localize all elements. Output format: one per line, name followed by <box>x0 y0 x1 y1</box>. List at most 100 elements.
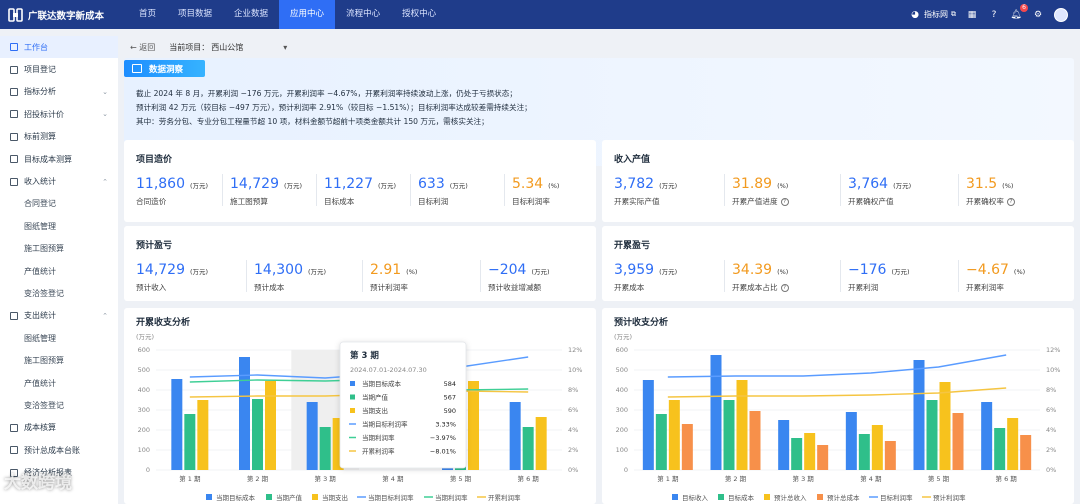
bar[interactable] <box>926 400 938 470</box>
sidebar-item[interactable]: 指标分析 ⌄ <box>0 81 118 103</box>
sidebar-item[interactable]: 合同登记 <box>0 193 118 215</box>
chart-tooltip: 第 3 期 2024.07.01-2024.07.30 当期目标成本 584 当期产值 5… <box>339 341 467 469</box>
legend-item[interactable]: 预计总收入 <box>764 493 807 502</box>
bar[interactable] <box>239 357 250 470</box>
metric-label-row: 开累确权率? <box>966 196 1015 207</box>
metric-label-row: 开累成本 <box>614 282 677 293</box>
sidebar-item[interactable]: 项目登记 <box>0 58 118 80</box>
metric-unit: (%) <box>1013 268 1026 276</box>
legend-swatch <box>266 494 272 500</box>
bar[interactable] <box>522 427 534 470</box>
bar[interactable] <box>939 382 951 470</box>
sidebar-item[interactable]: 图纸管理 <box>0 215 118 237</box>
bar[interactable] <box>981 402 993 470</box>
metric-label: 合同造价 <box>136 197 167 206</box>
sidebar-item[interactable]: 变洽签登记 <box>0 394 118 416</box>
metric-unit: (万元) <box>659 182 678 190</box>
bar[interactable] <box>858 434 870 470</box>
sidebar-item[interactable]: 收入统计 ⌃ <box>0 170 118 192</box>
bar[interactable] <box>845 412 857 470</box>
bar[interactable] <box>871 425 883 470</box>
legend-item[interactable]: 当期目标成本 <box>206 493 256 502</box>
legend-item[interactable]: 预计利润率 <box>922 493 966 502</box>
bar[interactable] <box>778 420 790 470</box>
legend-item[interactable]: 预计总成本 <box>817 493 860 502</box>
bar[interactable] <box>952 413 964 470</box>
sidebar-item[interactable]: 预计总成本台账 <box>0 439 118 461</box>
bar[interactable] <box>710 355 722 470</box>
sidebar-item[interactable]: 图纸管理 <box>0 327 118 349</box>
bar[interactable] <box>668 400 680 470</box>
nav-item-4[interactable]: 流程中心 <box>335 0 391 29</box>
nav-item-1[interactable]: 项目数据 <box>167 0 223 29</box>
metric-value-row: 5.34 (%) <box>512 176 559 192</box>
sidebar-item[interactable]: 支出统计 ⌃ <box>0 305 118 327</box>
sidebar-item[interactable]: 工作台 <box>0 36 118 59</box>
help-icon[interactable]: ? <box>988 9 1000 21</box>
sidebar-item[interactable]: 产值统计 <box>0 260 118 282</box>
legend-item[interactable]: 开累利润率 <box>477 493 521 502</box>
sidebar-item[interactable]: 变洽签登记 <box>0 282 118 304</box>
bar[interactable] <box>749 411 761 470</box>
bar[interactable] <box>913 360 925 470</box>
nav-item-0[interactable]: 首页 <box>128 0 167 29</box>
sidebar-item[interactable]: 施工图预算 <box>0 238 118 260</box>
sidebar-item[interactable]: 招投标计价 ⌄ <box>0 103 118 125</box>
metric-label: 开累确权产值 <box>848 197 894 206</box>
bar[interactable] <box>994 428 1006 470</box>
help-icon[interactable]: ? <box>780 283 789 292</box>
project-select[interactable]: 西山公馆 ▾ <box>211 42 287 53</box>
bar[interactable] <box>723 400 735 470</box>
sidebar-item[interactable]: 产值统计 <box>0 372 118 394</box>
grid-icon[interactable]: ▦ <box>966 9 978 21</box>
bar[interactable] <box>1007 418 1019 470</box>
sidebar-item-label: 预计总成本台账 <box>24 445 80 455</box>
bar[interactable] <box>655 414 667 470</box>
sidebar-item[interactable]: 目标成本测算 <box>0 148 118 170</box>
metric-label: 目标成本 <box>324 197 355 206</box>
bar[interactable] <box>319 427 331 470</box>
legend-item[interactable]: 目标成本 <box>718 493 755 502</box>
bar[interactable] <box>535 417 547 470</box>
legend-item[interactable]: 当期支出 <box>312 493 348 502</box>
bar[interactable] <box>1020 435 1032 470</box>
legend-item[interactable]: 目标利润率 <box>869 493 913 502</box>
nav-item-2[interactable]: 企业数据 <box>223 0 279 29</box>
legend-item[interactable]: 当期目标利润率 <box>357 493 414 502</box>
bar[interactable] <box>736 380 748 470</box>
legend-item[interactable]: 目标收入 <box>672 493 709 502</box>
settings-icon[interactable]: ⚙ <box>1032 9 1044 21</box>
bar[interactable] <box>791 438 803 470</box>
sidebar-item[interactable]: 标前测算 <box>0 126 118 148</box>
bar[interactable] <box>265 381 276 470</box>
bar[interactable] <box>817 445 829 470</box>
bar[interactable] <box>681 424 693 470</box>
nav-item-5[interactable]: 授权中心 <box>391 0 447 29</box>
bar[interactable] <box>197 400 209 470</box>
sidebar-item[interactable]: 施工图预算 <box>0 349 118 371</box>
bar[interactable] <box>509 402 521 470</box>
back-button[interactable]: ← 返回 <box>130 42 155 53</box>
bar[interactable] <box>252 399 263 470</box>
bar[interactable] <box>306 402 318 470</box>
metric-unit: (万元) <box>190 268 209 276</box>
bar[interactable] <box>642 380 654 470</box>
legend-item[interactable]: 当期产值 <box>266 493 303 502</box>
legend-item[interactable]: 当期利润率 <box>424 493 468 502</box>
metric-label: 开累利润率 <box>966 283 1004 292</box>
help-icon[interactable]: ? <box>780 197 789 206</box>
help-icon[interactable]: ? <box>1006 197 1015 206</box>
bar[interactable] <box>184 414 196 470</box>
data-insight-button[interactable]: 数据洞察 <box>124 60 205 77</box>
bar[interactable] <box>171 379 183 470</box>
y2-tick-label: 12% <box>568 346 582 354</box>
bar[interactable] <box>804 433 816 470</box>
bar[interactable] <box>468 381 479 470</box>
bar[interactable] <box>884 441 896 470</box>
bell-icon[interactable]: 🔔︎ 6 <box>1010 3 1028 21</box>
app-logo[interactable]: 广联达数字新成本 <box>0 7 128 22</box>
avatar[interactable] <box>1054 7 1068 22</box>
nav-item-3[interactable]: 应用中心 <box>279 0 336 29</box>
sidebar-item[interactable]: 成本核算 <box>0 417 118 439</box>
indicator-link[interactable]: ◕ 指标网 ⧉ <box>909 9 956 21</box>
